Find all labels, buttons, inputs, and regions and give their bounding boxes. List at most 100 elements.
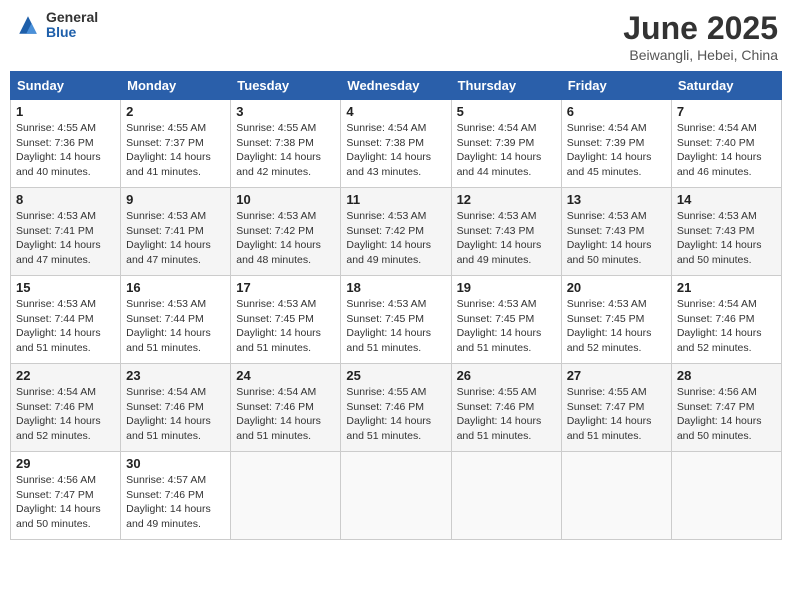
calendar-cell: 15 Sunrise: 4:53 AMSunset: 7:44 PMDaylig… [11, 276, 121, 364]
calendar-cell: 16 Sunrise: 4:53 AMSunset: 7:44 PMDaylig… [121, 276, 231, 364]
day-number: 28 [677, 368, 776, 383]
day-number: 7 [677, 104, 776, 119]
calendar-cell [451, 452, 561, 540]
calendar-cell: 2 Sunrise: 4:55 AMSunset: 7:37 PMDayligh… [121, 100, 231, 188]
day-info: Sunrise: 4:53 AMSunset: 7:41 PMDaylight:… [16, 210, 101, 266]
calendar-cell: 23 Sunrise: 4:54 AMSunset: 7:46 PMDaylig… [121, 364, 231, 452]
calendar-cell: 7 Sunrise: 4:54 AMSunset: 7:40 PMDayligh… [671, 100, 781, 188]
day-info: Sunrise: 4:53 AMSunset: 7:44 PMDaylight:… [16, 298, 101, 354]
day-number: 16 [126, 280, 225, 295]
calendar-cell: 20 Sunrise: 4:53 AMSunset: 7:45 PMDaylig… [561, 276, 671, 364]
calendar-cell: 24 Sunrise: 4:54 AMSunset: 7:46 PMDaylig… [231, 364, 341, 452]
calendar-table: SundayMondayTuesdayWednesdayThursdayFrid… [10, 71, 782, 540]
calendar-cell [561, 452, 671, 540]
logo-general-text: General [46, 10, 98, 25]
calendar-cell: 25 Sunrise: 4:55 AMSunset: 7:46 PMDaylig… [341, 364, 451, 452]
day-info: Sunrise: 4:54 AMSunset: 7:46 PMDaylight:… [236, 386, 321, 442]
calendar-cell: 18 Sunrise: 4:53 AMSunset: 7:45 PMDaylig… [341, 276, 451, 364]
logo: General Blue [14, 10, 98, 41]
day-number: 3 [236, 104, 335, 119]
calendar-cell: 1 Sunrise: 4:55 AMSunset: 7:36 PMDayligh… [11, 100, 121, 188]
calendar-cell: 8 Sunrise: 4:53 AMSunset: 7:41 PMDayligh… [11, 188, 121, 276]
day-number: 27 [567, 368, 666, 383]
day-number: 20 [567, 280, 666, 295]
day-info: Sunrise: 4:54 AMSunset: 7:40 PMDaylight:… [677, 122, 762, 178]
day-number: 29 [16, 456, 115, 471]
day-info: Sunrise: 4:53 AMSunset: 7:45 PMDaylight:… [567, 298, 652, 354]
calendar-cell: 11 Sunrise: 4:53 AMSunset: 7:42 PMDaylig… [341, 188, 451, 276]
day-info: Sunrise: 4:55 AMSunset: 7:36 PMDaylight:… [16, 122, 101, 178]
day-number: 11 [346, 192, 445, 207]
calendar-cell [231, 452, 341, 540]
calendar-cell: 29 Sunrise: 4:56 AMSunset: 7:47 PMDaylig… [11, 452, 121, 540]
day-info: Sunrise: 4:53 AMSunset: 7:41 PMDaylight:… [126, 210, 211, 266]
day-info: Sunrise: 4:56 AMSunset: 7:47 PMDaylight:… [677, 386, 762, 442]
day-number: 26 [457, 368, 556, 383]
calendar-cell [671, 452, 781, 540]
weekday-header-monday: Monday [121, 72, 231, 100]
calendar-cell: 19 Sunrise: 4:53 AMSunset: 7:45 PMDaylig… [451, 276, 561, 364]
calendar-cell: 9 Sunrise: 4:53 AMSunset: 7:41 PMDayligh… [121, 188, 231, 276]
day-info: Sunrise: 4:56 AMSunset: 7:47 PMDaylight:… [16, 474, 101, 530]
calendar-week-row: 15 Sunrise: 4:53 AMSunset: 7:44 PMDaylig… [11, 276, 782, 364]
day-info: Sunrise: 4:53 AMSunset: 7:45 PMDaylight:… [457, 298, 542, 354]
weekday-header-thursday: Thursday [451, 72, 561, 100]
weekday-header-row: SundayMondayTuesdayWednesdayThursdayFrid… [11, 72, 782, 100]
day-number: 14 [677, 192, 776, 207]
weekday-header-sunday: Sunday [11, 72, 121, 100]
calendar-week-row: 29 Sunrise: 4:56 AMSunset: 7:47 PMDaylig… [11, 452, 782, 540]
day-info: Sunrise: 4:55 AMSunset: 7:46 PMDaylight:… [346, 386, 431, 442]
day-number: 8 [16, 192, 115, 207]
calendar-cell: 22 Sunrise: 4:54 AMSunset: 7:46 PMDaylig… [11, 364, 121, 452]
weekday-header-saturday: Saturday [671, 72, 781, 100]
day-number: 12 [457, 192, 556, 207]
page-header: General Blue June 2025 Beiwangli, Hebei,… [10, 10, 782, 63]
calendar-week-row: 1 Sunrise: 4:55 AMSunset: 7:36 PMDayligh… [11, 100, 782, 188]
day-number: 23 [126, 368, 225, 383]
calendar-cell: 4 Sunrise: 4:54 AMSunset: 7:38 PMDayligh… [341, 100, 451, 188]
location-text: Beiwangli, Hebei, China [623, 47, 778, 63]
day-info: Sunrise: 4:54 AMSunset: 7:46 PMDaylight:… [126, 386, 211, 442]
weekday-header-tuesday: Tuesday [231, 72, 341, 100]
day-number: 6 [567, 104, 666, 119]
day-number: 19 [457, 280, 556, 295]
day-info: Sunrise: 4:54 AMSunset: 7:38 PMDaylight:… [346, 122, 431, 178]
day-info: Sunrise: 4:53 AMSunset: 7:45 PMDaylight:… [236, 298, 321, 354]
day-info: Sunrise: 4:53 AMSunset: 7:44 PMDaylight:… [126, 298, 211, 354]
calendar-cell: 28 Sunrise: 4:56 AMSunset: 7:47 PMDaylig… [671, 364, 781, 452]
day-number: 30 [126, 456, 225, 471]
calendar-header: SundayMondayTuesdayWednesdayThursdayFrid… [11, 72, 782, 100]
day-info: Sunrise: 4:53 AMSunset: 7:42 PMDaylight:… [236, 210, 321, 266]
day-info: Sunrise: 4:53 AMSunset: 7:42 PMDaylight:… [346, 210, 431, 266]
day-number: 4 [346, 104, 445, 119]
calendar-cell [341, 452, 451, 540]
day-info: Sunrise: 4:55 AMSunset: 7:37 PMDaylight:… [126, 122, 211, 178]
day-info: Sunrise: 4:53 AMSunset: 7:43 PMDaylight:… [457, 210, 542, 266]
month-title: June 2025 [623, 10, 778, 47]
logo-blue-text: Blue [46, 25, 98, 40]
calendar-cell: 17 Sunrise: 4:53 AMSunset: 7:45 PMDaylig… [231, 276, 341, 364]
day-info: Sunrise: 4:53 AMSunset: 7:43 PMDaylight:… [677, 210, 762, 266]
calendar-cell: 3 Sunrise: 4:55 AMSunset: 7:38 PMDayligh… [231, 100, 341, 188]
day-number: 13 [567, 192, 666, 207]
day-info: Sunrise: 4:53 AMSunset: 7:45 PMDaylight:… [346, 298, 431, 354]
calendar-body: 1 Sunrise: 4:55 AMSunset: 7:36 PMDayligh… [11, 100, 782, 540]
title-block: June 2025 Beiwangli, Hebei, China [623, 10, 778, 63]
calendar-cell: 14 Sunrise: 4:53 AMSunset: 7:43 PMDaylig… [671, 188, 781, 276]
calendar-cell: 10 Sunrise: 4:53 AMSunset: 7:42 PMDaylig… [231, 188, 341, 276]
day-info: Sunrise: 4:54 AMSunset: 7:39 PMDaylight:… [457, 122, 542, 178]
day-info: Sunrise: 4:54 AMSunset: 7:39 PMDaylight:… [567, 122, 652, 178]
day-info: Sunrise: 4:55 AMSunset: 7:47 PMDaylight:… [567, 386, 652, 442]
day-info: Sunrise: 4:55 AMSunset: 7:38 PMDaylight:… [236, 122, 321, 178]
day-number: 1 [16, 104, 115, 119]
day-number: 15 [16, 280, 115, 295]
logo-icon [14, 11, 42, 39]
calendar-cell: 13 Sunrise: 4:53 AMSunset: 7:43 PMDaylig… [561, 188, 671, 276]
day-info: Sunrise: 4:54 AMSunset: 7:46 PMDaylight:… [16, 386, 101, 442]
calendar-cell: 21 Sunrise: 4:54 AMSunset: 7:46 PMDaylig… [671, 276, 781, 364]
day-number: 17 [236, 280, 335, 295]
day-info: Sunrise: 4:55 AMSunset: 7:46 PMDaylight:… [457, 386, 542, 442]
day-number: 9 [126, 192, 225, 207]
calendar-cell: 27 Sunrise: 4:55 AMSunset: 7:47 PMDaylig… [561, 364, 671, 452]
day-number: 22 [16, 368, 115, 383]
